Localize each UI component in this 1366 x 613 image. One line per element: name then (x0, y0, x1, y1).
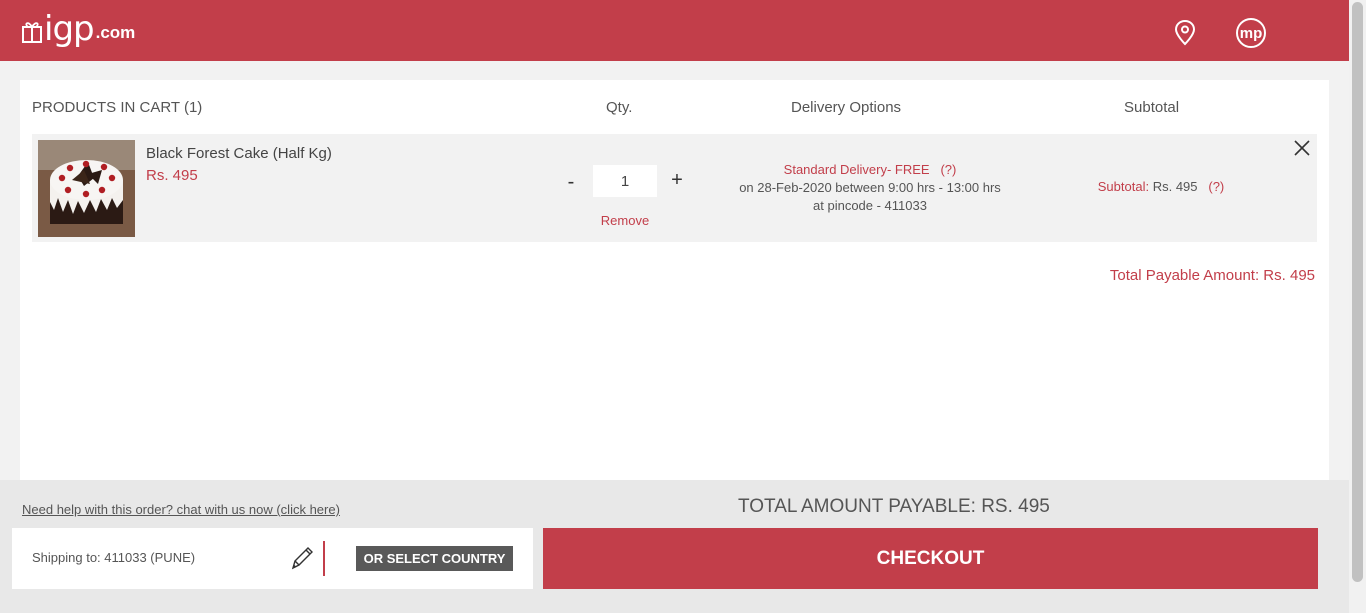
remove-item-link[interactable]: Remove (592, 213, 658, 228)
logo-domain: .com (95, 23, 136, 42)
products-in-cart-heading: PRODUCTS IN CART (1) (32, 99, 203, 116)
total-payable-amount: Total Payable Amount: Rs. 495 (1109, 267, 1315, 284)
close-icon[interactable] (1294, 140, 1310, 156)
pencil-icon[interactable] (289, 544, 315, 572)
cart-panel: PRODUCTS IN CART (1) Qty. Delivery Optio… (20, 80, 1329, 480)
logo-brand: igp (44, 9, 95, 49)
delivery-info: Standard Delivery- FREE (?) on 28-Feb-20… (712, 161, 1028, 215)
qty-increase-button[interactable]: + (668, 170, 686, 190)
qty-column-header: Qty. (606, 99, 633, 116)
gift-icon (22, 22, 42, 43)
qty-decrease-button[interactable]: - (564, 172, 578, 192)
shipping-to-text: Shipping to: 411033 (PUNE) (32, 550, 196, 565)
subtotal-value: Rs. 495 (1152, 179, 1198, 194)
product-image[interactable] (38, 140, 135, 237)
delivery-options-column-header: Delivery Options (791, 99, 902, 116)
delivery-type: Standard Delivery- FREE (783, 162, 930, 177)
quantity-input[interactable] (593, 165, 657, 197)
chat-help-link[interactable]: Need help with this order? chat with us … (22, 502, 340, 517)
subtotal-label: Subtotal: (1097, 179, 1150, 194)
cart-item-row: Black Forest Cake (Half Kg) Rs. 495 - + … (32, 134, 1317, 242)
product-name[interactable]: Black Forest Cake (Half Kg) (146, 145, 332, 162)
scrollbar-thumb[interactable] (1352, 2, 1363, 582)
location-pin-icon[interactable] (1173, 19, 1197, 47)
item-subtotal: Subtotal: Rs. 495 (?) (1072, 179, 1250, 194)
subtotal-help-link[interactable]: (?) (1208, 179, 1224, 194)
delivery-pincode: at pincode - 411033 (813, 198, 927, 213)
checkout-footer: Need help with this order? chat with us … (0, 480, 1349, 613)
shipping-box: Shipping to: 411033 (PUNE) OR SELECT COU… (12, 528, 533, 589)
select-country-button[interactable]: OR SELECT COUNTRY (356, 546, 513, 571)
delivery-help-link[interactable]: (?) (940, 162, 956, 177)
top-header: igp .com mp (0, 0, 1349, 61)
grand-total: TOTAL AMOUNT PAYABLE: RS. 495 (738, 496, 1050, 517)
delivery-time: on 28-Feb-2020 between 9:00 hrs - 13:00 … (739, 180, 1001, 195)
igp-logo[interactable]: igp .com (22, 9, 136, 49)
page-scrollbar[interactable] (1349, 0, 1366, 613)
product-price: Rs. 495 (146, 167, 198, 184)
divider (323, 541, 325, 576)
checkout-button[interactable]: CHECKOUT (543, 528, 1318, 589)
subtotal-column-header: Subtotal (1124, 99, 1180, 116)
user-avatar[interactable]: mp (1236, 18, 1266, 48)
